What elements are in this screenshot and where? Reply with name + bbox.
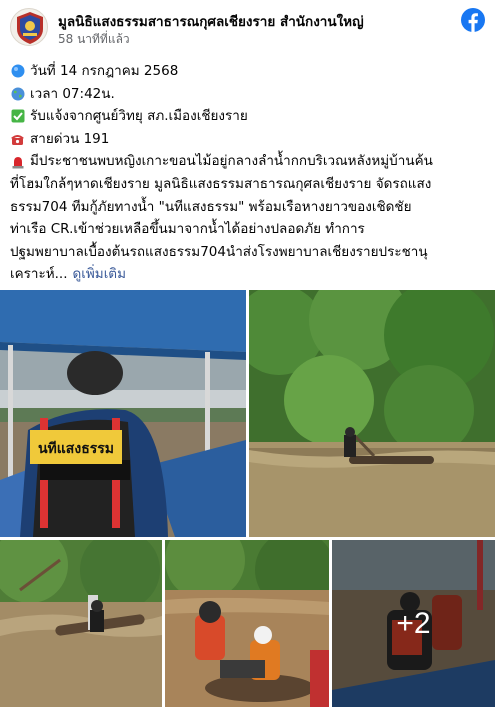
photo-river-log[interactable] <box>249 290 495 537</box>
facebook-logo-icon <box>461 8 485 32</box>
paragraph-line: มีประชาชนพบหญิงเกาะขอนไม้อยู่กลางลำน้ำกก… <box>10 150 488 173</box>
time-line: เวลา 07:42น. <box>10 83 488 106</box>
time-text: เวลา 07:42น. <box>30 85 115 102</box>
siren-icon <box>10 154 25 169</box>
check-mark-icon <box>10 109 25 124</box>
photo-more-overlay[interactable]: +2 <box>332 540 495 707</box>
hotline-text: สายด่วน 191 <box>30 130 110 147</box>
description-paragraph: มีประชาชนพบหญิงเกาะขอนไม้อยู่กลางลำน้ำกก… <box>10 150 488 286</box>
vest-label: นทีแสงธรรม <box>38 441 114 457</box>
paragraph-line-5: ปฐมพยาบาลเบื้องต้นรถแสงธรรม704นำส่งโรงพย… <box>10 243 428 260</box>
paragraph-line-3: ธรรม704 ทีมกู้ภัยทางน้ำ "นทีแสงธรรม" พร้… <box>10 198 412 215</box>
photo-rescuer-on-boat[interactable]: นทีแสงธรรม <box>0 290 246 537</box>
telephone-icon <box>10 132 25 147</box>
post-header: มูลนิธิแสงธรรมสาธารณกุศลเชียงราย สำนักงา… <box>0 0 495 56</box>
globe-icon <box>10 86 25 101</box>
report-line: รับแจ้งจากศูนย์วิทยุ สภ.เมืองเชียงราย <box>10 105 488 128</box>
paragraph-line-1: มีประชาชนพบหญิงเกาะขอนไม้อยู่กลางลำน้ำกก… <box>30 153 433 170</box>
see-more-link[interactable]: ดูเพิ่มเติม <box>73 263 126 286</box>
post-timestamp[interactable]: 58 นาทีที่แล้ว <box>58 30 130 49</box>
date-line: วันที่ 14 กรกฎาคม 2568 <box>10 60 488 83</box>
page-avatar[interactable] <box>10 8 48 46</box>
post-text: วันที่ 14 กรกฎาคม 2568 เวลา 07:42น. รับแ… <box>10 60 488 286</box>
photo-river-rescue-1[interactable] <box>0 540 162 707</box>
photo-river-rescue-2[interactable] <box>165 540 329 707</box>
more-photos-count: +2 <box>332 540 495 707</box>
paragraph-line-2: ที่โฮมใกล้ๆหาดเชียงราย มูลนิธิแสงธรรมสาธ… <box>10 175 432 192</box>
paragraph-line-6: เคราะห์... ดูเพิ่มเติม <box>10 263 488 286</box>
photo-grid: นทีแสงธรรม +2 <box>0 290 495 707</box>
date-text: วันที่ 14 กรกฎาคม 2568 <box>30 63 179 79</box>
paragraph-line-6-text: เคราะห์... <box>10 266 68 283</box>
blue-circle-icon <box>10 64 25 79</box>
page-name-link[interactable]: มูลนิธิแสงธรรมสาธารณกุศลเชียงราย สำนักงา… <box>58 10 364 32</box>
paragraph-line-4: ท่าเรือ CR.เข้าช่วยเหลือขึ้นมาจากน้ำได้อ… <box>10 221 365 238</box>
report-text: รับแจ้งจากศูนย์วิทยุ สภ.เมืองเชียงราย <box>30 108 248 125</box>
hotline-line: สายด่วน 191 <box>10 128 488 151</box>
